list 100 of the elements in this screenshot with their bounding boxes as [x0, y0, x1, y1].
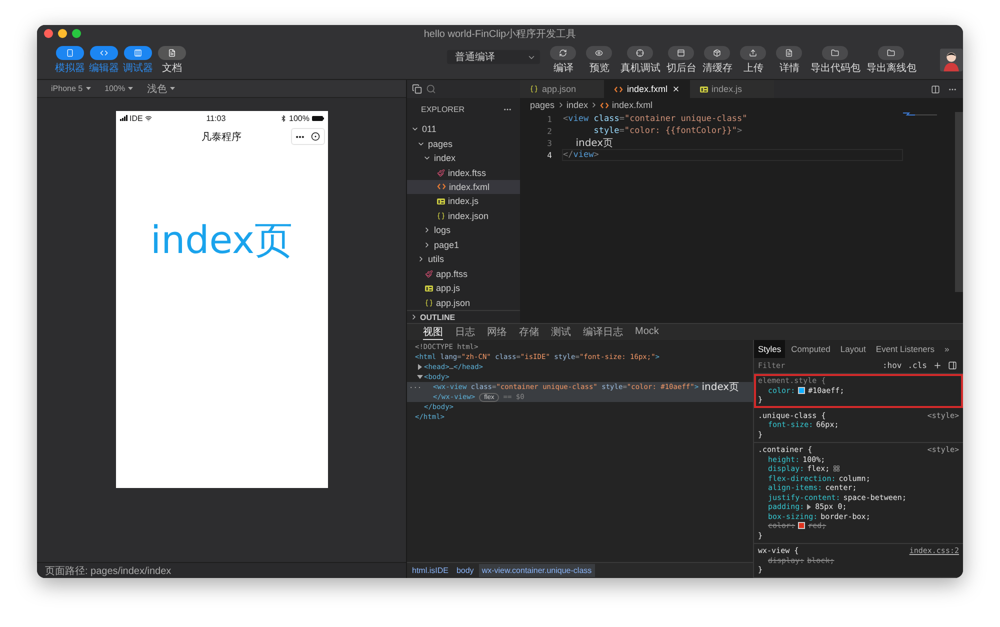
line-number: 1 [546, 114, 552, 124]
close-button[interactable] [44, 29, 53, 38]
signal-icon [120, 115, 128, 121]
add-rule-icon[interactable] [933, 360, 942, 370]
mode-button[interactable]: 文档 [155, 46, 190, 75]
line-number: 2 [546, 126, 552, 136]
page-title: 凡泰程序 [202, 130, 242, 144]
tree-item[interactable]: app.ftss [407, 266, 520, 282]
folder-icon [887, 49, 896, 57]
tree-item[interactable]: index.json [407, 208, 520, 224]
breadcrumb-item[interactable]: index.fxml [600, 100, 653, 110]
js-file-icon [437, 198, 445, 205]
braces-icon [437, 212, 445, 220]
toolbar-button[interactable]: 预览 [584, 46, 614, 75]
tree-item[interactable]: 011 [407, 122, 520, 136]
toolbar-button[interactable]: 导出代码包 [810, 46, 860, 75]
editor-tab[interactable]: index.fxml [604, 80, 690, 98]
explorer-title: EXPLORER [421, 105, 465, 114]
page-path: 页面路径: pages/index/index [45, 564, 172, 578]
grid-editor-icon[interactable] [832, 465, 840, 472]
mode-button[interactable]: 调试器 [121, 46, 156, 75]
page-heading: index页 [150, 217, 292, 264]
devtools-tab[interactable]: 存储 [519, 324, 539, 340]
toolbar-button[interactable]: 真机调试 [620, 46, 660, 75]
target-icon [636, 49, 644, 57]
clock-time: 11:03 [206, 114, 226, 122]
eye-icon [595, 49, 604, 57]
js-file-icon [425, 284, 433, 292]
tree-item[interactable]: index.ftss [407, 165, 520, 180]
devtools-tab[interactable]: Mock [635, 326, 659, 338]
expand-triangle-icon[interactable] [807, 504, 812, 510]
styles-tab[interactable]: Styles [754, 340, 786, 358]
code-line: index页 [574, 137, 614, 149]
minimap[interactable] [903, 112, 937, 116]
breadcrumb-item[interactable]: index [566, 100, 588, 110]
devtools-tab[interactable]: 视图 [423, 324, 443, 340]
toolbar-button[interactable]: 详情 [774, 46, 804, 75]
close-icon[interactable] [672, 85, 680, 93]
toolbar-button[interactable]: 编译 [548, 46, 578, 75]
code-line: style="color: {{fontColor}}"> [592, 125, 744, 137]
panel-icon [677, 49, 686, 57]
minimize-button[interactable] [58, 29, 67, 38]
device-option-dropdown[interactable]: 100% [104, 84, 134, 93]
avatar[interactable] [940, 48, 963, 72]
more-tabs-button[interactable]: » [940, 340, 954, 358]
breadcrumb-item[interactable]: pages [530, 100, 555, 110]
collapsed-triangle-icon[interactable] [417, 364, 423, 370]
code-line: <view class="container unique-class" [562, 113, 748, 125]
devtools-tab[interactable]: 编译日志 [583, 324, 623, 340]
mode-button[interactable]: 编辑器 [87, 46, 122, 75]
devtools-tab[interactable]: 网络 [487, 324, 507, 340]
zoom-button[interactable] [72, 29, 81, 38]
dom-path-item[interactable]: wx-view.container.unique-class [478, 564, 595, 577]
line-number: 4 [546, 150, 552, 160]
split-editor-icon[interactable] [931, 84, 940, 94]
device-option-dropdown[interactable]: 浅色 [147, 82, 176, 96]
tree-item[interactable]: page1 [407, 238, 520, 252]
styles-tab[interactable]: Computed [787, 340, 834, 358]
refresh-icon [559, 49, 568, 57]
tree-item[interactable]: utils [407, 252, 520, 267]
tree-item[interactable]: index.fxml [407, 180, 520, 194]
tree-item[interactable]: app.json [407, 296, 520, 310]
search-icon[interactable] [426, 84, 436, 94]
code-icon [100, 49, 108, 57]
files-icon[interactable] [412, 84, 422, 94]
dom-path-item[interactable]: html.isIDE [409, 564, 452, 577]
compile-mode-dropdown[interactable]: 普通编译 [447, 50, 540, 64]
styles-tab[interactable]: Layout [836, 340, 870, 358]
brush-icon [437, 168, 445, 176]
tree-item[interactable]: logs [407, 223, 520, 238]
color-swatch[interactable] [798, 522, 806, 530]
close-icon[interactable] [311, 132, 320, 141]
scrollbar[interactable] [955, 112, 963, 292]
toolbar-button[interactable]: 导出离线包 [866, 46, 916, 75]
caret-icon [170, 87, 176, 90]
folder-icon [831, 49, 840, 57]
styles-tab[interactable]: Event Listeners [872, 340, 938, 358]
tree-item[interactable]: index [407, 150, 520, 166]
code-tag-icon [600, 102, 610, 108]
window-title: hello world-FinClip小程序开发工具 [424, 28, 576, 40]
devtools-tab[interactable]: 日志 [455, 324, 475, 340]
tree-item[interactable]: index.js [407, 194, 520, 209]
dom-path-item[interactable]: body [453, 564, 477, 577]
toolbar-button[interactable]: 切后台 [666, 46, 696, 75]
wifi-icon [144, 114, 152, 122]
mode-button[interactable]: 模拟器 [53, 46, 88, 75]
devtools-tab[interactable]: 测试 [551, 324, 571, 340]
sidebar-toggle-icon[interactable] [948, 360, 957, 370]
device-option-dropdown[interactable]: iPhone 5 [51, 84, 91, 93]
toolbar-button[interactable]: 上传 [738, 46, 768, 75]
tree-item[interactable]: pages [407, 136, 520, 151]
doc-icon [168, 49, 176, 57]
carrier-text: IDE [130, 114, 143, 122]
class-toggle-button[interactable]: .cls [908, 360, 927, 370]
expanded-triangle-icon[interactable] [417, 374, 423, 380]
hover-state-button[interactable]: :hov [882, 360, 902, 370]
code-tag-icon [614, 86, 623, 92]
color-swatch[interactable] [798, 386, 806, 394]
tree-item[interactable]: app.js [407, 281, 520, 296]
toolbar-button[interactable]: 清缓存 [702, 46, 732, 75]
